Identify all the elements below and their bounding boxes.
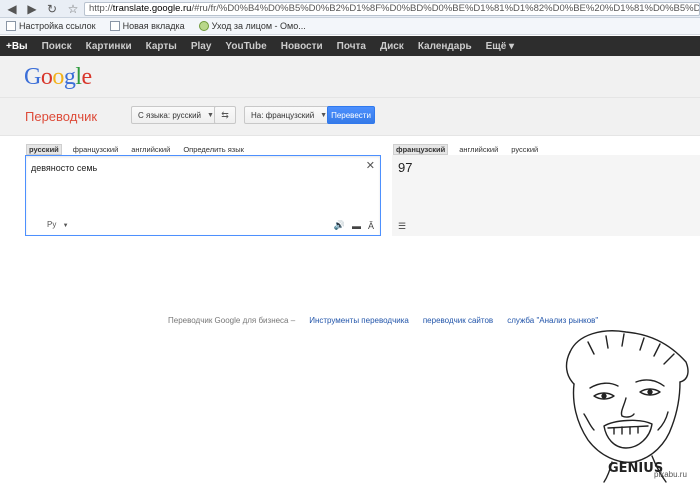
url-prefix: http:// (89, 3, 113, 14)
url-input[interactable]: http://translate.google.ru/#ru/fr/%D0%B4… (84, 1, 700, 16)
target-language-tabs: французский английский русский (393, 143, 549, 155)
bookmark-label: Уход за лицом - Омо... (211, 21, 306, 31)
tab-source-english[interactable]: английский (129, 145, 172, 154)
google-logo[interactable]: Google (24, 64, 92, 91)
tab-detect-language[interactable]: Определить язык (181, 145, 246, 154)
reload-icon[interactable]: ↻ (44, 1, 60, 17)
swap-languages-button[interactable]: ⇆ (214, 106, 236, 124)
source-text-input[interactable]: девяносто семь ✕ Ру ▼ 🔊 ▬ Ă (25, 155, 381, 236)
back-icon[interactable]: ◀ (4, 1, 20, 17)
browser-address-bar: ◀ ▶ ↻ ☆ http://translate.google.ru/#ru/f… (0, 0, 700, 18)
gbar-item-calendar[interactable]: Календарь (418, 41, 472, 52)
bookmark-settings[interactable]: Настройка ссылок (6, 21, 96, 31)
source-language-tabs: русский французский английский Определит… (26, 143, 255, 155)
footer-links: Переводчик Google для бизнеса – Инструме… (168, 316, 598, 325)
page-header: Google (0, 56, 700, 98)
page-icon (109, 21, 120, 31)
gbar-item-news[interactable]: Новости (281, 41, 323, 52)
bookmark-label: Новая вкладка (122, 21, 185, 31)
keyboard-accent-icon[interactable]: Ă (368, 221, 374, 231)
target-language-label: На: французский (251, 110, 315, 120)
gbar-item-youtube[interactable]: YouTube (225, 41, 266, 52)
tab-target-russian[interactable]: русский (509, 145, 540, 154)
star-icon[interactable]: ☆ (66, 2, 80, 16)
gbar-item-maps[interactable]: Карты (146, 41, 177, 52)
bookmark-face-care[interactable]: Уход за лицом - Омо... (198, 21, 306, 31)
gbar-item-more[interactable]: Ещё ▾ (486, 41, 514, 52)
google-bar: +Вы Поиск Картинки Карты Play YouTube Но… (0, 36, 700, 56)
gbar-item-mail[interactable]: Почта (337, 41, 366, 52)
speech-bubble-icon[interactable]: ▬ (352, 221, 361, 231)
footer-prefix: Переводчик Google для бизнеса – (168, 316, 296, 325)
page-icon (6, 21, 16, 31)
tab-target-french[interactable]: французский (393, 143, 449, 155)
url-rest: /#ru/fr/%D0%B4%D0%B5%D0%B2%D1%8F%D0%BD%D… (191, 3, 700, 14)
swap-icon: ⇆ (221, 109, 229, 120)
chevron-down-icon: ▼ (62, 223, 69, 229)
translate-button[interactable]: Перевести (327, 106, 375, 124)
input-tools-select[interactable]: Ру ▼ (47, 220, 69, 229)
translation-result: 97 (398, 160, 413, 175)
forward-icon[interactable]: ▶ (24, 1, 40, 17)
translate-toolbar: Переводчик С языка: русский ▼ ⇆ На: франц… (0, 98, 700, 136)
globe-icon (198, 21, 209, 31)
source-language-label: С языка: русский (138, 110, 202, 120)
watermark-text: pikabu.ru (654, 470, 687, 479)
gbar-item-plus-you[interactable]: +Вы (6, 41, 28, 52)
genius-meme-face: GENIUS (565, 330, 689, 483)
bookmark-label: Настройка ссылок (19, 21, 96, 31)
gbar-item-images[interactable]: Картинки (86, 41, 132, 52)
url-host: translate.google.ru (112, 3, 192, 14)
gbar-item-search[interactable]: Поиск (42, 41, 72, 52)
source-text[interactable]: девяносто семь (31, 163, 97, 173)
source-language-select[interactable]: С языка: русский ▼ (131, 106, 221, 124)
gbar-item-play[interactable]: Play (191, 41, 212, 52)
link-translator-tools[interactable]: Инструменты переводчика (309, 316, 409, 325)
tab-target-english[interactable]: английский (457, 145, 500, 154)
clear-icon[interactable]: ✕ (366, 159, 375, 172)
target-language-select[interactable]: На: французский ▼ (244, 106, 335, 124)
tab-source-russian[interactable]: русский (26, 143, 62, 155)
bookmarks-bar: Настройка ссылок Новая вкладка Уход за л… (0, 18, 700, 35)
source-actions: 🔊 ▬ Ă (327, 220, 374, 231)
page-title[interactable]: Переводчик (25, 109, 97, 124)
chevron-down-icon: ▼ (207, 111, 214, 119)
input-tools-label: Ру (47, 220, 57, 229)
tab-source-french[interactable]: французский (71, 145, 120, 154)
link-website-translator[interactable]: переводчик сайтов (423, 316, 493, 325)
bookmark-new-tab[interactable]: Новая вкладка (109, 21, 185, 31)
gbar-item-drive[interactable]: Диск (380, 41, 404, 52)
list-icon[interactable]: ☰ (398, 221, 406, 232)
result-panel: 97 ☰ (392, 155, 700, 236)
speaker-icon[interactable]: 🔊 (334, 220, 345, 231)
